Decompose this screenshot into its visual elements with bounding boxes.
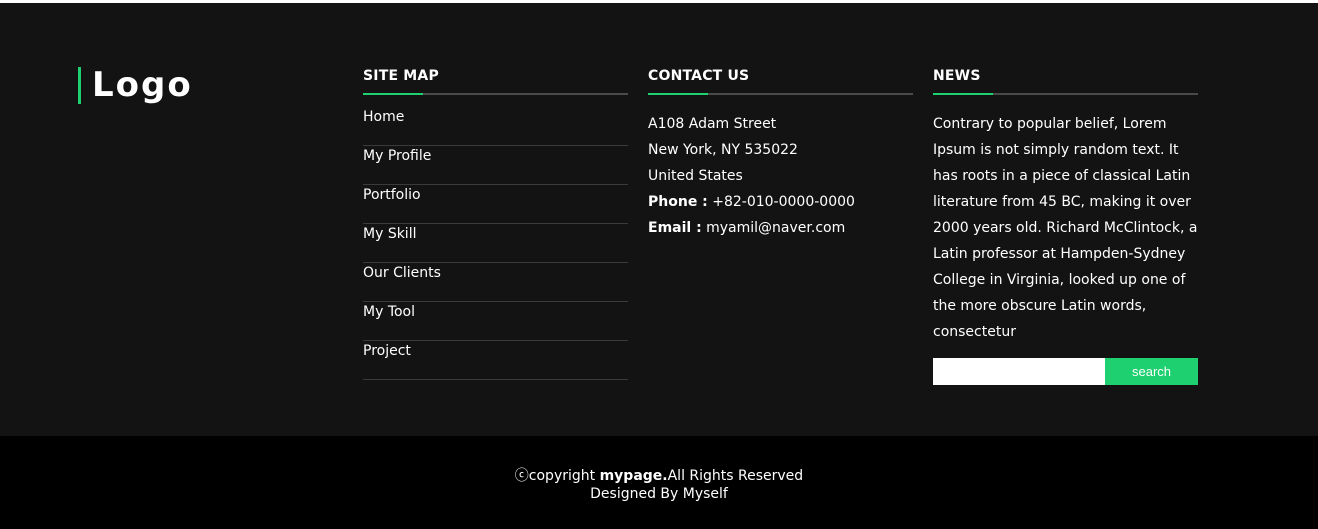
contact-title: CONTACT US xyxy=(648,66,913,95)
site-map-item-label[interactable]: Our Clients xyxy=(363,263,628,283)
logo[interactable]: Logo xyxy=(78,67,193,104)
email-row: Email : myamil@naver.com xyxy=(648,215,913,241)
copyright-line: ⓒcopyright mypage.All Rights Reserved xyxy=(0,467,1318,485)
email-label: Email : xyxy=(648,220,702,236)
phone-value: +82-010-0000-0000 xyxy=(712,194,855,210)
news-title: NEWS xyxy=(933,66,1198,95)
site-map-item-my-skill[interactable]: My Skill xyxy=(363,224,628,263)
news-text: Contrary to popular belief, Lorem Ipsum … xyxy=(933,116,1198,340)
site-map-item-label[interactable]: Home xyxy=(363,107,628,127)
search-button[interactable]: search xyxy=(1105,358,1198,385)
designed-by: Designed By Myself xyxy=(590,486,728,502)
news-section: NEWS Contrary to popular belief, Lorem I… xyxy=(933,66,1198,385)
footer-bottom: ⓒcopyright mypage.All Rights Reserved De… xyxy=(0,436,1318,529)
address-line-3: United States xyxy=(648,168,743,184)
copyright-prefix: ⓒcopyright xyxy=(514,468,600,484)
rights-text: All Rights Reserved xyxy=(667,468,804,484)
site-map-list: Home My Profile Portfolio My Skill Our C… xyxy=(363,107,628,380)
brand-name: mypage. xyxy=(599,468,668,484)
contact-details: A108 Adam Street New York, NY 535022 Uni… xyxy=(648,111,913,241)
site-map-section: SITE MAP Home My Profile Portfolio My Sk… xyxy=(363,66,628,380)
site-map-item-my-tool[interactable]: My Tool xyxy=(363,302,628,341)
site-map-item-label[interactable]: My Skill xyxy=(363,224,628,244)
contact-section: CONTACT US A108 Adam Street New York, NY… xyxy=(648,66,913,241)
search-input[interactable] xyxy=(933,358,1105,385)
site-map-item-my-profile[interactable]: My Profile xyxy=(363,146,628,185)
footer-main: Logo SITE MAP Home My Profile Portfolio … xyxy=(0,3,1318,436)
address-line-1: A108 Adam Street xyxy=(648,116,777,132)
site-map-item-project[interactable]: Project xyxy=(363,341,628,380)
site-map-item-label[interactable]: Project xyxy=(363,341,628,361)
site-map-item-portfolio[interactable]: Portfolio xyxy=(363,185,628,224)
site-map-item-label[interactable]: My Tool xyxy=(363,302,628,322)
site-map-item-home[interactable]: Home xyxy=(363,107,628,146)
email-value: myamil@naver.com xyxy=(706,220,846,236)
site-map-item-label[interactable]: Portfolio xyxy=(363,185,628,205)
site-map-title: SITE MAP xyxy=(363,66,628,95)
site-map-item-label[interactable]: My Profile xyxy=(363,146,628,166)
address-line-2: New York, NY 535022 xyxy=(648,142,798,158)
phone-row: Phone : +82-010-0000-0000 xyxy=(648,189,913,215)
phone-label: Phone : xyxy=(648,194,708,210)
site-map-item-our-clients[interactable]: Our Clients xyxy=(363,263,628,302)
search-form: search xyxy=(933,358,1198,385)
